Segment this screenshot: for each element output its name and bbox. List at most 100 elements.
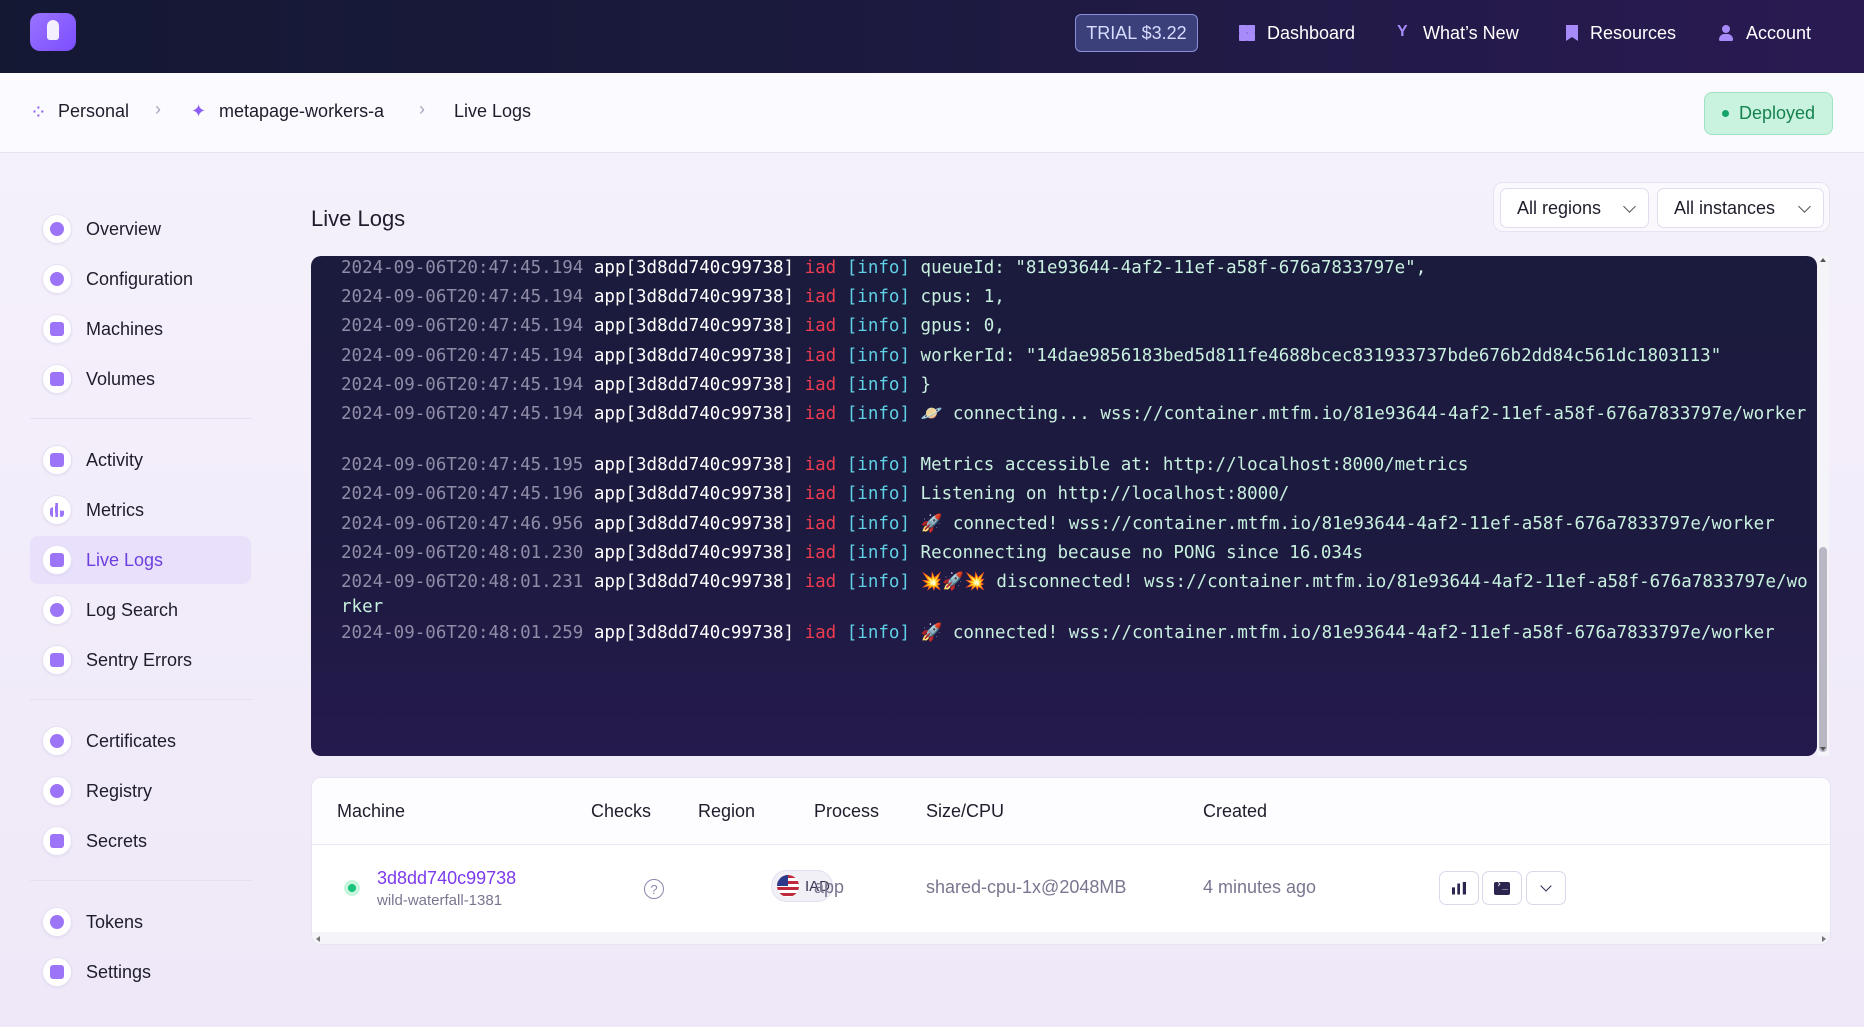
overview-icon bbox=[42, 214, 72, 244]
log-level: [info] bbox=[846, 623, 910, 643]
sidebar-item-activity[interactable]: Activity bbox=[30, 436, 251, 484]
table-horizontal-scrollbar[interactable] bbox=[312, 932, 1830, 944]
sidebar-item-live-logs[interactable]: Live Logs bbox=[30, 536, 251, 584]
scroll-up-icon[interactable] bbox=[1820, 258, 1826, 262]
more-actions-button[interactable] bbox=[1526, 871, 1566, 905]
log-source: app[3d8dd740c99738] bbox=[593, 484, 795, 504]
sidebar-item-configuration[interactable]: Configuration bbox=[30, 255, 251, 303]
log-source: app[3d8dd740c99738] bbox=[593, 514, 795, 534]
log-timestamp: 2024-09-06T20:47:45.194 bbox=[341, 404, 584, 424]
sidebar-item-registry[interactable]: Registry bbox=[30, 767, 251, 815]
sidebar-item-label: Secrets bbox=[86, 830, 148, 851]
live-log-panel[interactable]: 2024-09-06T20:47:45.194 app[3d8dd740c997… bbox=[311, 256, 1817, 756]
log-scrollbar-thumb[interactable] bbox=[1819, 547, 1827, 752]
console-button[interactable] bbox=[1482, 871, 1522, 905]
log-level: [info] bbox=[846, 287, 910, 307]
sidebar-item-secrets[interactable]: Secrets bbox=[30, 817, 251, 865]
trial-credit-button[interactable]: TRIAL $3.22 bbox=[1075, 14, 1198, 52]
nav-account[interactable]: Account bbox=[1718, 20, 1811, 46]
breadcrumb-personal[interactable]: Personal bbox=[30, 100, 129, 125]
whats-new-icon bbox=[1395, 23, 1411, 41]
instance-filter-select[interactable]: All instances bbox=[1657, 188, 1824, 228]
machine-id-link[interactable]: 3d8dd740c99738 bbox=[377, 868, 516, 889]
log-message: 🚀 connected! wss://container.mtfm.io/81e… bbox=[920, 623, 1775, 643]
log-message: Listening on http://localhost:8000/ bbox=[920, 484, 1290, 504]
log-level: [info] bbox=[846, 484, 910, 504]
log-line: 2024-09-06T20:48:01.230 app[3d8dd740c997… bbox=[341, 541, 1811, 566]
sidebar-item-metrics[interactable]: Metrics bbox=[30, 486, 251, 534]
sidebar-item-overview[interactable]: Overview bbox=[30, 205, 251, 253]
column-header-size: Size/CPU bbox=[926, 801, 1005, 821]
deployed-status-badge: Deployed bbox=[1704, 92, 1833, 135]
breadcrumb-separator: › bbox=[155, 99, 161, 119]
log-region: iad bbox=[804, 287, 837, 307]
machine-size: shared-cpu-1x@2048MB bbox=[926, 877, 1127, 897]
log-line: 2024-09-06T20:47:45.195 app[3d8dd740c997… bbox=[341, 453, 1811, 478]
machines-table: Machine Checks Region Process Size/CPU C… bbox=[311, 777, 1831, 945]
region-filter-select[interactable]: All regions bbox=[1500, 188, 1649, 228]
dashboard-icon bbox=[1239, 25, 1255, 41]
page-title: Live Logs bbox=[311, 206, 406, 231]
log-timestamp: 2024-09-06T20:47:45.195 bbox=[341, 455, 584, 475]
column-header-machine: Machine bbox=[337, 801, 406, 821]
sidebar-item-label: Tokens bbox=[86, 911, 144, 932]
token-icon bbox=[42, 907, 72, 937]
table-header: Machine Checks Region Process Size/CPU C… bbox=[312, 778, 1830, 845]
sidebar-item-tokens[interactable]: Tokens bbox=[30, 898, 251, 946]
sidebar-item-machines[interactable]: Machines bbox=[30, 305, 251, 353]
sidebar-item-label: Activity bbox=[86, 449, 144, 470]
log-source: app[3d8dd740c99738] bbox=[593, 455, 795, 475]
sidebar-divider bbox=[30, 880, 252, 881]
log-message: 🪐 connecting... wss://container.mtfm.io/… bbox=[920, 404, 1807, 424]
log-level: [info] bbox=[846, 316, 910, 336]
log-source: app[3d8dd740c99738] bbox=[593, 346, 795, 366]
log-timestamp: 2024-09-06T20:48:01.259 bbox=[341, 623, 584, 643]
log-line: 2024-09-06T20:47:45.194 app[3d8dd740c997… bbox=[341, 256, 1811, 281]
log-line: 2024-09-06T20:48:01.259 app[3d8dd740c997… bbox=[341, 621, 1811, 646]
bookmark-icon bbox=[1566, 25, 1578, 41]
machine-status-icon bbox=[344, 880, 360, 896]
log-message: Metrics accessible at: http://localhost:… bbox=[920, 455, 1469, 475]
sidebar-item-label: Log Search bbox=[86, 599, 179, 620]
log-level: [info] bbox=[846, 572, 910, 592]
nav-dashboard[interactable]: Dashboard bbox=[1239, 20, 1355, 46]
sidebar-item-label: Volumes bbox=[86, 368, 156, 389]
sidebar-item-log-search[interactable]: Log Search bbox=[30, 586, 251, 634]
gear-icon bbox=[42, 264, 72, 294]
log-timestamp: 2024-09-06T20:47:45.194 bbox=[341, 375, 584, 395]
process-name: app bbox=[814, 877, 845, 897]
log-message: gpus: 0, bbox=[920, 316, 1005, 336]
log-timestamp: 2024-09-06T20:47:45.194 bbox=[341, 346, 584, 366]
log-timestamp: 2024-09-06T20:48:01.230 bbox=[341, 543, 584, 563]
sidebar-item-sentry-errors[interactable]: Sentry Errors bbox=[30, 636, 251, 684]
sidebar-item-label: Sentry Errors bbox=[86, 649, 193, 670]
column-header-process: Process bbox=[814, 801, 880, 821]
metrics-button[interactable] bbox=[1439, 871, 1479, 905]
scroll-down-icon[interactable] bbox=[1820, 747, 1826, 751]
nav-whats-new[interactable]: What’s New bbox=[1395, 20, 1519, 46]
log-region: iad bbox=[804, 346, 837, 366]
chevron-down-icon bbox=[1623, 200, 1636, 213]
log-level: [info] bbox=[846, 543, 910, 563]
search-icon bbox=[42, 595, 72, 625]
sidebar-item-settings[interactable]: Settings bbox=[30, 948, 251, 996]
breadcrumb-app[interactable]: metapage-workers-a bbox=[191, 101, 384, 122]
deployed-status-label: Deployed bbox=[1738, 103, 1816, 123]
share-icon bbox=[42, 776, 72, 806]
log-source: app[3d8dd740c99738] bbox=[593, 316, 795, 336]
nav-resources[interactable]: Resources bbox=[1566, 20, 1676, 46]
log-region: iad bbox=[804, 514, 837, 534]
created-time: 4 minutes ago bbox=[1203, 877, 1317, 897]
sidebar-item-volumes[interactable]: Volumes bbox=[30, 355, 251, 403]
log-region: iad bbox=[804, 455, 837, 475]
organization-icon bbox=[30, 100, 47, 125]
breadcrumb-app-label: metapage-workers-a bbox=[219, 101, 385, 121]
fly-logo-icon[interactable] bbox=[30, 13, 76, 51]
cpu-icon bbox=[42, 314, 72, 344]
log-line: 2024-09-06T20:47:45.196 app[3d8dd740c997… bbox=[341, 482, 1811, 507]
log-timestamp: 2024-09-06T20:48:01.231 bbox=[341, 572, 584, 592]
help-circle-icon[interactable]: ? bbox=[644, 879, 664, 899]
log-level: [info] bbox=[846, 455, 910, 475]
log-line: 2024-09-06T20:47:45.194 app[3d8dd740c997… bbox=[341, 373, 1811, 398]
sidebar-item-certificates[interactable]: Certificates bbox=[30, 717, 251, 765]
